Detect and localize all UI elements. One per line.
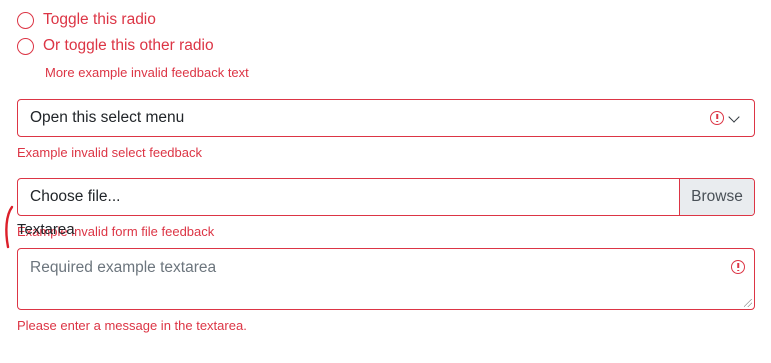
select-value: Open this select menu [30,109,185,126]
file-input[interactable]: Choose file... Browse [17,178,755,216]
file-input-placeholder: Choose file... [30,188,121,205]
annotation-mark-icon [5,205,14,249]
chevron-down-icon [728,111,740,123]
textarea-invalid-feedback: Please enter a message in the textarea. [17,318,247,333]
browse-button[interactable]: Browse [679,179,754,215]
invalid-exclamation-icon [710,111,724,125]
radio-button[interactable] [17,37,34,55]
resize-handle[interactable] [744,299,752,307]
textarea-label: Textarea [17,221,75,238]
invalid-exclamation-icon [731,260,745,274]
radio-invalid-feedback: More example invalid feedback text [45,65,249,80]
select-menu[interactable]: Open this select menu [17,99,755,137]
textarea-placeholder: Required example textarea [30,259,217,276]
textarea-input[interactable]: Required example textarea [17,248,755,310]
radio-option-1[interactable]: Toggle this radio [17,9,156,31]
radio-button[interactable] [17,11,34,29]
select-invalid-feedback: Example invalid select feedback [17,145,202,160]
radio-label[interactable]: Or toggle this other radio [43,35,214,57]
radio-label[interactable]: Toggle this radio [43,9,156,31]
radio-option-2[interactable]: Or toggle this other radio [17,35,214,57]
